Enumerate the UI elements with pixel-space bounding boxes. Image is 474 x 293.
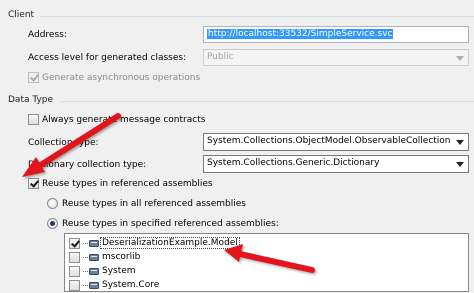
reference-icon: [89, 282, 99, 289]
always-generate-message-label: Always generate message contracts: [42, 115, 206, 125]
access-level-select[interactable]: Public: [203, 49, 469, 66]
reuse-all-radio[interactable]: [47, 198, 58, 209]
tree-item-checkbox[interactable]: [69, 252, 80, 263]
reuse-types-label: Reuse types in referenced assemblies: [42, 179, 213, 189]
generate-async-checkbox[interactable]: [28, 72, 39, 83]
data-type-group-divider: [60, 101, 474, 102]
tree-item-label: System.Core: [102, 280, 160, 290]
chevron-down-icon: [456, 56, 464, 61]
assembly-tree[interactable]: DeserializationExample.Model mscorlib Sy…: [64, 233, 469, 292]
chevron-down-icon: [456, 162, 464, 167]
reference-icon: [89, 240, 99, 247]
tree-item-checkbox[interactable]: [69, 266, 80, 277]
reuse-all-label: Reuse types in all referenced assemblies: [62, 199, 246, 209]
tree-item[interactable]: mscorlib: [69, 251, 269, 265]
dictionary-collection-type-value: System.Collections.Generic.Dictionary: [207, 158, 380, 168]
always-generate-message-checkbox[interactable]: [28, 114, 39, 125]
tree-item[interactable]: System.Core: [69, 279, 269, 293]
tree-item-checkbox[interactable]: [69, 238, 80, 249]
access-level-value: Public: [207, 52, 234, 62]
address-label: Address:: [28, 30, 67, 40]
reuse-specified-radio[interactable]: [47, 218, 58, 229]
collection-type-label: Collection type:: [28, 138, 99, 148]
reference-icon: [89, 254, 99, 261]
tree-item-checkbox[interactable]: [69, 280, 80, 291]
collection-type-select[interactable]: System.Collections.ObjectModel.Observabl…: [203, 133, 469, 151]
address-input[interactable]: http://localhost:33532/SimpleService.svc: [203, 26, 469, 43]
chevron-down-icon: [456, 140, 464, 145]
data-type-group-label: Data Type: [8, 95, 54, 105]
client-group-label: Client: [8, 10, 35, 20]
tree-item-label: DeserializationExample.Model: [100, 237, 240, 249]
dictionary-collection-type-select[interactable]: System.Collections.Generic.Dictionary: [203, 155, 469, 173]
reuse-types-checkbox[interactable]: [28, 178, 39, 189]
collection-type-value: System.Collections.ObjectModel.Observabl…: [207, 136, 451, 146]
reference-icon: [89, 268, 99, 275]
tree-item[interactable]: DeserializationExample.Model: [69, 237, 269, 251]
access-level-label: Access level for generated classes:: [28, 53, 187, 63]
generate-async-label: Generate asynchronous operations: [42, 73, 201, 83]
tree-item[interactable]: System: [69, 265, 269, 279]
tree-item-label: mscorlib: [102, 252, 141, 262]
dictionary-collection-type-label: Dictionary collection type:: [28, 160, 147, 170]
address-input-value: http://localhost:33532/SimpleService.svc: [207, 29, 394, 39]
tree-item-label: System: [102, 266, 136, 276]
reuse-specified-label: Reuse types in specified referenced asse…: [62, 219, 279, 229]
client-group-divider: [40, 16, 474, 17]
